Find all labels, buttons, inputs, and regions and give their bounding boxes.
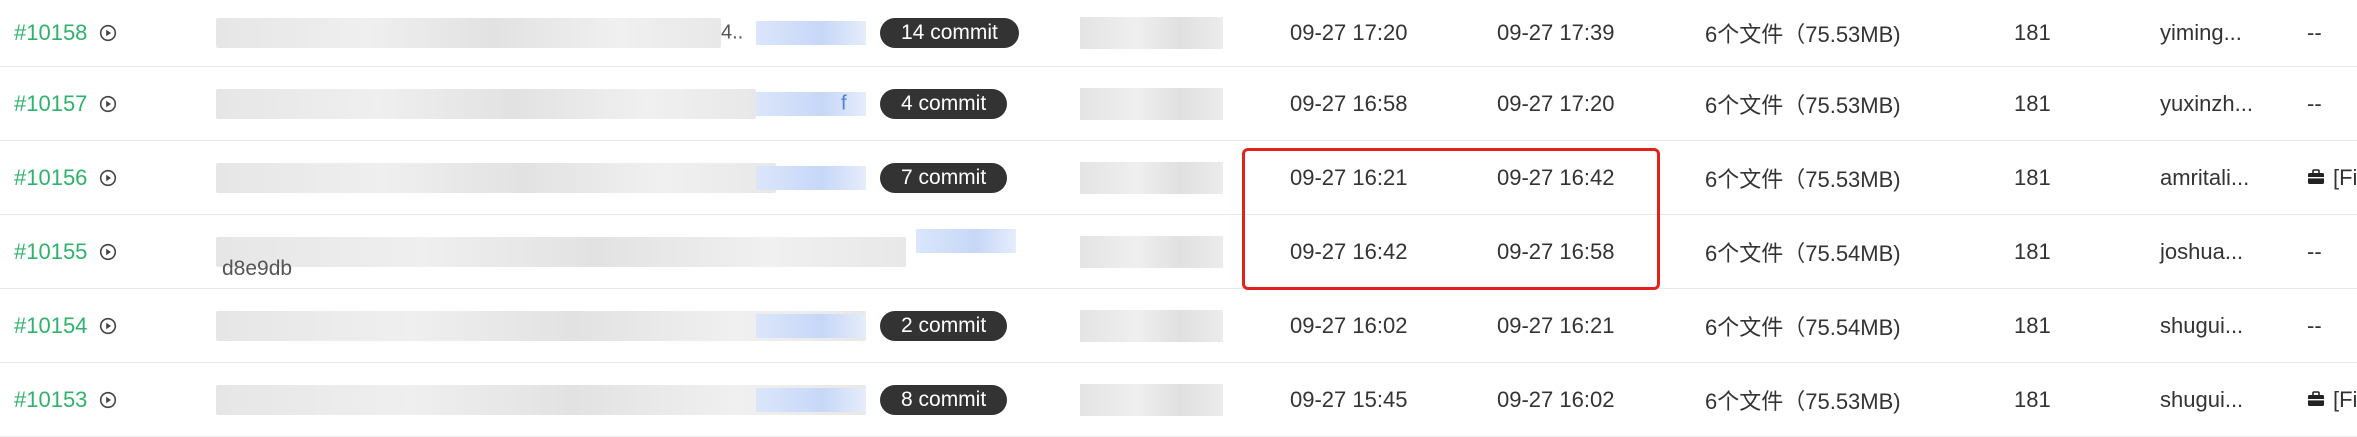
build-count: 181 [2014, 386, 2051, 412]
play-circle-icon[interactable] [99, 243, 117, 261]
redacted-message-blur [216, 162, 776, 193]
build-id-cell[interactable]: #10155 [14, 215, 117, 288]
table-row[interactable]: #10156 7 commit 09-27 16:21 09-27 16:42 6个文件… [0, 141, 2357, 215]
start-time: 09-27 15:45 [1290, 386, 1408, 412]
table-row[interactable]: #10153 8 commit 09-27 15:45 09-27 16:02 6个文件… [0, 363, 2357, 437]
build-count: 181 [2014, 312, 2051, 338]
play-circle-icon[interactable] [99, 24, 117, 42]
redacted-link-blur [916, 229, 1016, 254]
artifact-files[interactable]: 6个文件（75.53MB) [1705, 0, 1901, 66]
play-circle-icon[interactable] [99, 169, 117, 187]
commit-message-cell: d8e9db [216, 215, 1016, 288]
redacted-author-blur [1080, 17, 1223, 49]
commit-count-badge[interactable]: 2 commit [880, 310, 1008, 341]
build-id-link[interactable]: #10156 [14, 165, 87, 191]
briefcase-icon [2307, 387, 2325, 413]
briefcase-icon [2307, 165, 2325, 191]
extra-text: -- [2307, 20, 2322, 45]
build-list-table: #10158 4.. 14 commit 09-27 17:20 09-27 17:39… [0, 0, 2357, 437]
artifact-files[interactable]: 6个文件（75.53MB) [1705, 363, 1901, 436]
build-id-link[interactable]: #10155 [14, 239, 87, 265]
end-time: 09-27 16:42 [1497, 164, 1615, 190]
redacted-link-blur [756, 21, 866, 45]
commit-message-cell [216, 363, 906, 436]
redacted-link-blur [756, 91, 866, 116]
extra-text: [Fi [2333, 386, 2357, 412]
extra-cell: [Fi [2307, 141, 2357, 214]
user-name: shugui... [2160, 386, 2244, 412]
extra-cell: -- [2307, 215, 2322, 288]
build-id-cell[interactable]: #10154 [14, 289, 117, 362]
build-id-cell[interactable]: #10158 [14, 0, 117, 66]
redacted-message-blur [216, 18, 721, 48]
build-id-link[interactable]: #10158 [14, 20, 87, 46]
extra-text: -- [2307, 312, 2322, 338]
redacted-author-blur [1080, 309, 1223, 342]
user-name: amritali... [2160, 164, 2250, 190]
build-id-cell[interactable]: #10153 [14, 363, 117, 436]
redacted-author-blur [1080, 161, 1223, 194]
start-time: 09-27 16:42 [1290, 238, 1408, 264]
commit-message-cell [216, 141, 906, 214]
artifact-files[interactable]: 6个文件（75.53MB) [1705, 67, 1901, 140]
extra-cell: -- [2307, 0, 2322, 66]
user-name: yuxinzh... [2160, 90, 2253, 116]
build-id-cell[interactable]: #10157 [14, 67, 117, 140]
table-row[interactable]: #10158 4.. 14 commit 09-27 17:20 09-27 17:39… [0, 0, 2357, 67]
extra-cell: [Fi [2307, 363, 2357, 436]
commit-message-cell: 4.. [216, 0, 906, 66]
table-row[interactable]: #10155 d8e9db 09-27 16:42 09-27 16:58 6个文件（7… [0, 215, 2357, 289]
end-time: 09-27 17:20 [1497, 90, 1615, 116]
redacted-message-blur [216, 236, 906, 267]
build-count: 181 [2014, 164, 2051, 190]
build-id-link[interactable]: #10157 [14, 91, 87, 117]
commit-count-badge[interactable]: 7 commit [880, 162, 1008, 193]
end-time: 09-27 16:58 [1497, 238, 1615, 264]
build-count: 181 [2014, 20, 2051, 45]
start-time: 09-27 17:20 [1290, 20, 1408, 45]
artifact-files[interactable]: 6个文件（75.53MB) [1705, 141, 1901, 214]
play-circle-icon[interactable] [99, 391, 117, 409]
build-count: 181 [2014, 90, 2051, 116]
build-id-link[interactable]: #10153 [14, 387, 87, 413]
redacted-link-blur [756, 313, 866, 338]
play-circle-icon[interactable] [99, 95, 117, 113]
redacted-author-blur [1080, 235, 1223, 268]
redacted-link-blur [756, 165, 866, 190]
start-time: 09-27 16:21 [1290, 164, 1408, 190]
commit-count-badge[interactable]: 8 commit [880, 384, 1008, 415]
play-circle-icon[interactable] [99, 317, 117, 335]
commit-count-badge[interactable]: 14 commit [880, 18, 1019, 48]
commit-message-cell: f [216, 67, 906, 140]
build-count: 181 [2014, 238, 2051, 264]
table-row[interactable]: #10157 f 4 commit 09-27 16:58 09-27 17:20 6个文… [0, 67, 2357, 141]
redacted-link-blur [756, 387, 866, 412]
build-id-link[interactable]: #10154 [14, 313, 87, 339]
redacted-author-blur [1080, 87, 1223, 120]
commit-message-cell [216, 289, 906, 362]
extra-text: [Fi [2333, 164, 2357, 190]
start-time: 09-27 16:02 [1290, 312, 1408, 338]
artifact-files[interactable]: 6个文件（75.54MB) [1705, 289, 1901, 362]
extra-cell: -- [2307, 67, 2322, 140]
user-name: joshua... [2160, 238, 2244, 264]
extra-cell: -- [2307, 289, 2322, 362]
end-time: 09-27 17:39 [1497, 20, 1615, 45]
redacted-message-blur [216, 88, 756, 119]
commit-count-badge[interactable]: 4 commit [880, 88, 1008, 119]
redacted-author-blur [1080, 383, 1223, 416]
extra-text: -- [2307, 90, 2322, 116]
end-time: 09-27 16:21 [1497, 312, 1615, 338]
end-time: 09-27 16:02 [1497, 386, 1615, 412]
build-id-cell[interactable]: #10156 [14, 141, 117, 214]
user-name: shugui... [2160, 312, 2244, 338]
message-second-line: d8e9db [222, 257, 293, 280]
message-link-fragment[interactable]: f [841, 92, 847, 115]
extra-text: -- [2307, 238, 2322, 264]
message-fragment: 4.. [721, 21, 744, 44]
table-row[interactable]: #10154 2 commit 09-27 16:02 09-27 16:21 6个文件… [0, 289, 2357, 363]
user-name: yiming... [2160, 20, 2242, 45]
start-time: 09-27 16:58 [1290, 90, 1408, 116]
artifact-files[interactable]: 6个文件（75.54MB) [1705, 215, 1901, 288]
